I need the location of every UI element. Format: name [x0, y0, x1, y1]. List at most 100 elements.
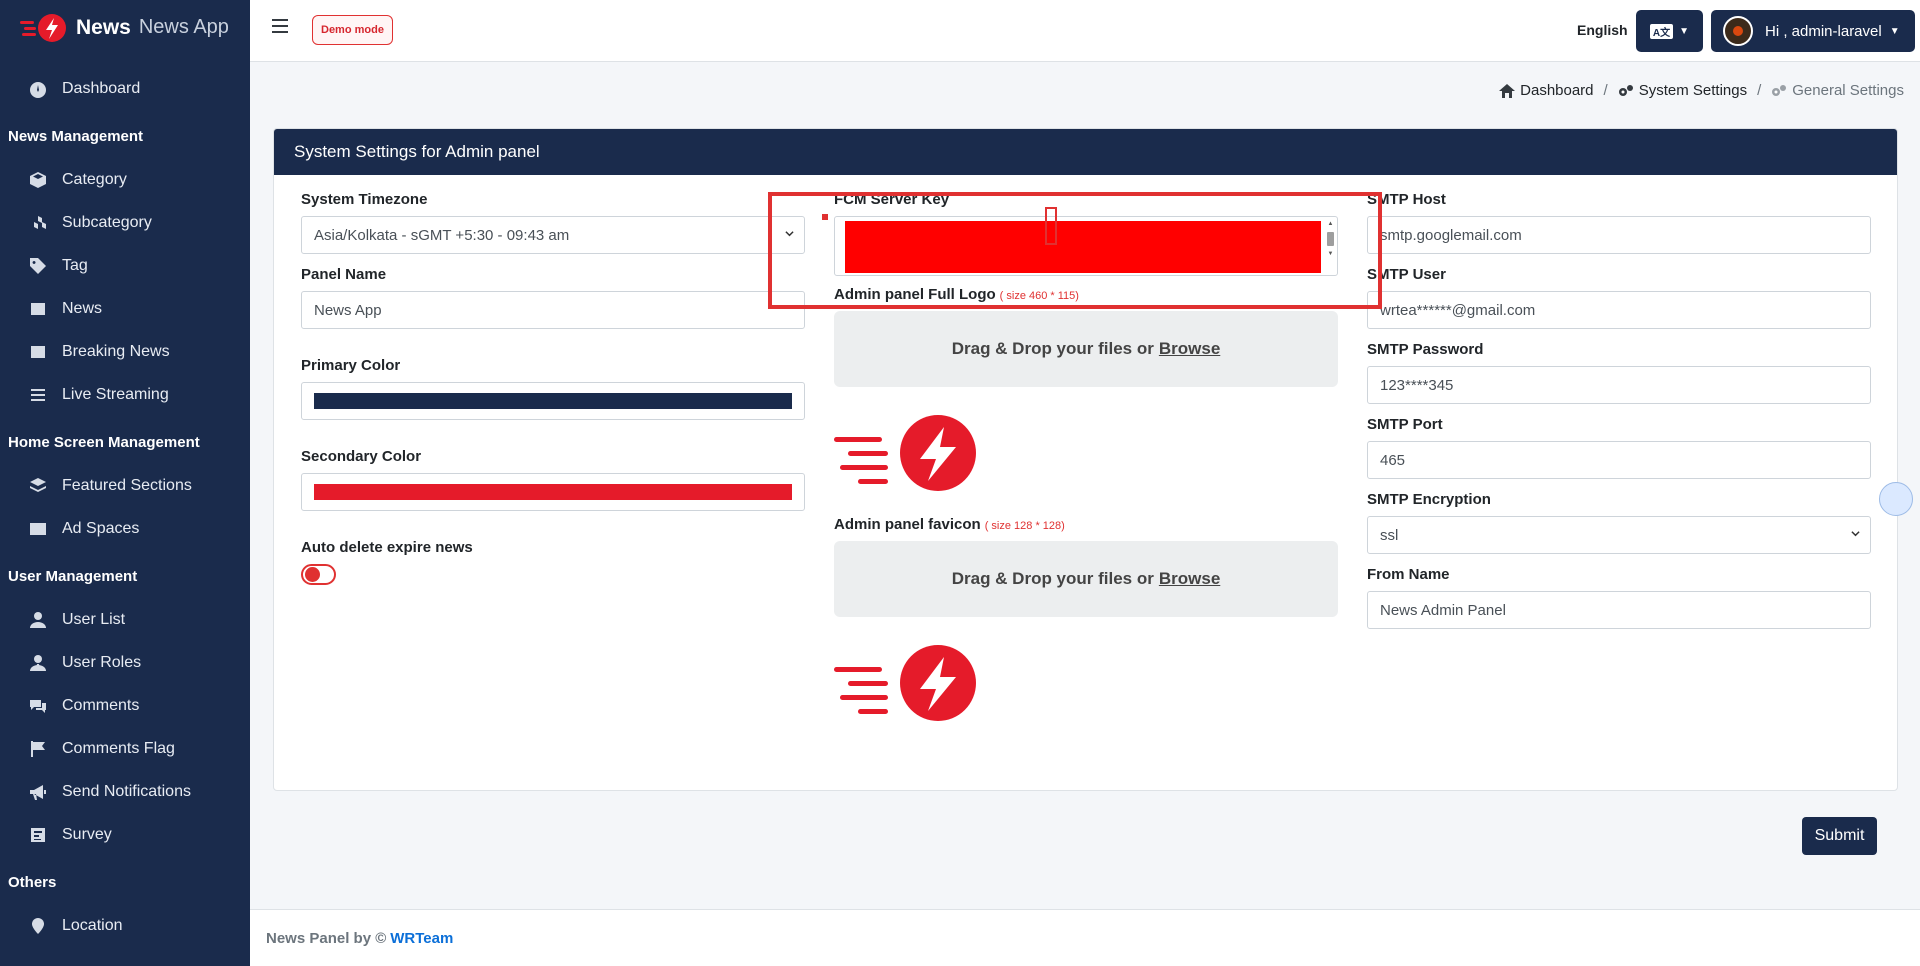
chevron-down-icon: ▼: [1679, 25, 1690, 37]
menu-toggle-icon[interactable]: [272, 19, 288, 33]
sidebar-header-home-screen-management: Home Screen Management: [8, 433, 200, 451]
full-logo-dropzone[interactable]: Drag & Drop your files or Browse: [834, 311, 1338, 387]
sidebar-item-label: Comments Flag: [62, 739, 175, 757]
favicon-dropzone[interactable]: Drag & Drop your files or Browse: [834, 541, 1338, 617]
sidebar-item-breaking-news[interactable]: Breaking News: [0, 330, 250, 373]
cubes-icon: [28, 214, 48, 232]
brand-subtitle: News App: [138, 16, 229, 38]
brand[interactable]: News News App: [0, 0, 250, 55]
primary-color-picker[interactable]: [301, 382, 805, 420]
sidebar-item-label: Survey: [62, 825, 112, 843]
gears-icon: [1772, 84, 1787, 96]
breadcrumb-separator: /: [1603, 82, 1608, 99]
smtp-port-input[interactable]: 465: [1367, 441, 1871, 479]
sidebar-header-user-management: User Management: [8, 567, 138, 585]
submit-button[interactable]: Submit: [1802, 817, 1877, 855]
card-title: System Settings for Admin panel: [274, 129, 1897, 175]
panel-name-input[interactable]: News App: [301, 291, 805, 329]
dashboard-icon: [28, 80, 48, 98]
secondary-color-picker[interactable]: [301, 473, 805, 511]
sidebar-item-featured-sections[interactable]: Featured Sections: [0, 464, 250, 507]
brand-name: News: [76, 15, 131, 39]
poll-icon: [28, 826, 48, 844]
sidebar-item-tag[interactable]: Tag: [0, 244, 250, 287]
from-name-label: From Name: [1367, 566, 1450, 583]
sidebar-item-ad-spaces[interactable]: Ad Spaces: [0, 507, 250, 550]
list-icon: [28, 386, 48, 404]
favicon-size-hint: ( size 128 * 128): [984, 520, 1065, 532]
user-tie-icon: [28, 654, 48, 672]
sidebar-item-comments-flag[interactable]: Comments Flag: [0, 727, 250, 770]
sidebar-item-label: Breaking News: [62, 342, 170, 360]
language-dropdown-button[interactable]: A文 ▼: [1636, 10, 1703, 52]
sidebar-item-subcategory[interactable]: Subcategory: [0, 201, 250, 244]
smtp-password-input[interactable]: 123****345: [1367, 366, 1871, 404]
sidebar-item-send-notifications[interactable]: Send Notifications: [0, 770, 250, 813]
auto-delete-label: Auto delete expire news: [301, 539, 473, 556]
timezone-label: System Timezone: [301, 191, 428, 208]
sidebar-header-others: Others: [8, 873, 57, 891]
sidebar-item-category[interactable]: Category: [0, 158, 250, 201]
smtp-host-input[interactable]: smtp.googlemail.com: [1367, 216, 1871, 254]
demo-mode-badge: Demo mode: [312, 15, 393, 45]
user-icon: [28, 611, 48, 629]
sidebar: News News App Dashboard News Management Ca…: [0, 0, 250, 966]
footer-link[interactable]: WRTeam: [390, 930, 453, 947]
sidebar-item-label: Category: [62, 170, 127, 188]
tag-icon: [28, 257, 48, 275]
sidebar-item-news[interactable]: News: [0, 287, 250, 330]
sidebar-item-label: Featured Sections: [62, 476, 192, 494]
smtp-port-label: SMTP Port: [1367, 416, 1443, 433]
secondary-color-label: Secondary Color: [301, 448, 422, 465]
sidebar-item-label: Location: [62, 916, 123, 934]
sidebar-item-location[interactable]: Location: [0, 904, 250, 947]
sidebar-item-label: Send Notifications: [62, 782, 191, 800]
browse-link[interactable]: Browse: [1159, 569, 1220, 589]
smtp-encryption-select[interactable]: ssl: [1367, 516, 1871, 554]
from-name-input[interactable]: News Admin Panel: [1367, 591, 1871, 629]
topbar: Demo mode English A文 ▼ Hi , admin-larave…: [250, 0, 1920, 62]
home-icon: [1499, 83, 1516, 98]
sidebar-item-survey[interactable]: Survey: [0, 813, 250, 856]
smtp-password-label: SMTP Password: [1367, 341, 1484, 358]
timezone-select[interactable]: Asia/Kolkata - sGMT +5:30 - 09:43 am: [301, 216, 805, 254]
smtp-user-input[interactable]: wrtea******@gmail.com: [1367, 291, 1871, 329]
sidebar-item-label: User Roles: [62, 653, 142, 671]
chevron-down-icon: [1851, 531, 1860, 537]
timezone-value: Asia/Kolkata - sGMT +5:30 - 09:43 am: [314, 226, 570, 244]
footer: News Panel by © WRTeam: [250, 909, 1920, 966]
footer-text: News Panel by ©: [266, 929, 387, 947]
settings-column-smtp: SMTP Host smtp.googlemail.com SMTP User …: [1367, 191, 1871, 629]
avatar: [1723, 16, 1753, 46]
sidebar-item-comments[interactable]: Comments: [0, 684, 250, 727]
breadcrumb: Dashboard / System Settings / General Se…: [1499, 82, 1904, 99]
layers-icon: [28, 477, 48, 495]
sidebar-item-live-streaming[interactable]: Live Streaming: [0, 373, 250, 416]
full-logo-preview: [834, 415, 976, 491]
panel-name-value: News App: [314, 301, 382, 319]
fcm-highlight-box: [768, 192, 1382, 309]
auto-delete-toggle[interactable]: [301, 564, 336, 585]
settings-column-general: System Timezone Asia/Kolkata - sGMT +5:3…: [301, 191, 805, 585]
favicon-label: Admin panel favicon( size 128 * 128): [834, 516, 1065, 533]
brand-logo-icon: [20, 13, 66, 42]
sidebar-item-label: User List: [62, 610, 126, 628]
floating-assistant-icon[interactable]: [1879, 482, 1913, 516]
sidebar-item-user-list[interactable]: User List: [0, 598, 250, 641]
text-cursor-icon: [1045, 207, 1057, 245]
gears-icon: [1618, 84, 1633, 96]
user-menu-button[interactable]: Hi , admin-laravel ▼: [1711, 10, 1915, 52]
breadcrumb-separator: /: [1757, 82, 1762, 99]
breadcrumb-system-settings[interactable]: System Settings: [1639, 82, 1747, 99]
flag-icon: [28, 740, 48, 758]
ad-icon: [28, 520, 48, 538]
sidebar-nav: Dashboard News Management Category Subcateg…: [0, 55, 250, 947]
sidebar-item-dashboard[interactable]: Dashboard: [0, 67, 250, 110]
map-marker-icon: [28, 917, 48, 935]
sidebar-item-user-roles[interactable]: User Roles: [0, 641, 250, 684]
browse-link[interactable]: Browse: [1159, 339, 1220, 359]
breadcrumb-dashboard[interactable]: Dashboard: [1520, 82, 1593, 99]
sidebar-header-news-management: News Management: [8, 127, 144, 145]
smtp-encryption-label: SMTP Encryption: [1367, 491, 1491, 508]
favicon-preview: [834, 645, 976, 721]
